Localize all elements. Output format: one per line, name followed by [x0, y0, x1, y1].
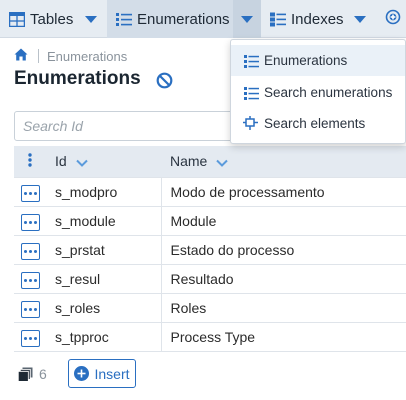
row-name: Roles	[161, 293, 406, 323]
list-icon	[243, 85, 259, 101]
plus-circle-icon	[74, 366, 90, 381]
enumerations-dropdown-toggle[interactable]	[233, 0, 261, 38]
breadcrumb: Enumerations	[14, 46, 127, 66]
top-tab-bar: Tables Enumerations Indexes	[0, 0, 406, 38]
home-icon[interactable]	[14, 48, 28, 64]
row-actions-button[interactable]	[20, 300, 40, 318]
vertical-dots-icon	[28, 153, 32, 167]
row-actions-button[interactable]	[20, 213, 40, 231]
table-row[interactable]: s_resul Resultado	[14, 264, 406, 294]
element-search-icon	[243, 116, 259, 132]
breadcrumb-separator	[38, 49, 39, 63]
record-count-value: 6	[39, 366, 47, 382]
row-name: Module	[161, 206, 406, 236]
caret-down-icon	[85, 15, 97, 23]
insert-button[interactable]: Insert	[68, 359, 136, 388]
menu-item-label: Enumerations	[264, 53, 348, 68]
tab-indexes-label: Indexes	[291, 10, 344, 28]
column-header-name-label: Name	[170, 153, 208, 170]
page-title: Enumerations	[14, 68, 141, 89]
indexes-dropdown-toggle[interactable]	[346, 0, 374, 38]
breadcrumb-current: Enumerations	[47, 48, 128, 64]
ban-icon[interactable]	[156, 72, 173, 89]
column-header-id-label: Id	[55, 153, 67, 170]
menu-item-label: Search elements	[264, 116, 366, 131]
menu-item-search-elements[interactable]: Search elements	[231, 108, 405, 139]
add-circle-icon	[385, 9, 401, 30]
row-actions-cell	[14, 206, 46, 236]
row-actions-button[interactable]	[20, 242, 40, 260]
sort-chevron-icon	[75, 159, 88, 167]
row-actions-cell	[14, 264, 46, 294]
table-row[interactable]: s_modpro Modo de processamento	[14, 177, 406, 207]
table-row[interactable]: s_roles Roles	[14, 293, 406, 323]
table-row[interactable]: s_tpproc Process Type	[14, 322, 406, 352]
insert-button-label: Insert	[94, 365, 130, 382]
row-name: Process Type	[161, 322, 406, 352]
caret-down-icon	[354, 15, 366, 23]
list-icon	[243, 53, 259, 69]
sort-chevron-icon	[216, 159, 228, 167]
row-name: Estado do processo	[161, 235, 406, 265]
record-count: 6	[18, 366, 47, 382]
tab-tables[interactable]: Tables	[8, 0, 73, 38]
row-id: s_module	[46, 206, 162, 236]
copy-stack-icon	[18, 367, 34, 382]
index-list-icon	[269, 10, 287, 28]
add-tab-button[interactable]	[380, 0, 406, 38]
row-actions-button[interactable]	[20, 271, 40, 289]
table-grid-icon	[8, 10, 26, 28]
tables-dropdown-toggle[interactable]	[77, 0, 105, 38]
row-id: s_resul	[46, 264, 162, 294]
row-id: s_modpro	[46, 177, 162, 207]
tab-enumerations-label: Enumerations	[137, 10, 230, 28]
enumerations-dropdown-menu: Enumerations Search enumerations Search …	[230, 39, 406, 144]
table-row[interactable]: s_module Module	[14, 206, 406, 236]
row-actions-button[interactable]	[20, 184, 40, 202]
tab-indexes[interactable]: Indexes	[269, 0, 344, 38]
menu-item-label: Search enumerations	[264, 85, 393, 100]
row-actions-cell	[14, 235, 46, 265]
row-id: s_tpproc	[46, 322, 162, 352]
column-header-name[interactable]: Name	[161, 146, 406, 178]
menu-item-search-enumerations[interactable]: Search enumerations	[231, 77, 405, 108]
list-icon	[115, 10, 133, 28]
row-actions-cell	[14, 322, 46, 352]
row-name: Resultado	[161, 264, 406, 294]
table-header-row: Id Name	[14, 146, 406, 178]
row-actions-button[interactable]	[20, 329, 40, 347]
row-actions-cell	[14, 293, 46, 323]
menu-item-enumerations[interactable]: Enumerations	[231, 45, 405, 76]
row-name: Modo de processamento	[161, 177, 406, 207]
row-actions-cell	[14, 177, 46, 207]
table-row[interactable]: s_prstat Estado do processo	[14, 235, 406, 265]
row-id: s_prstat	[46, 235, 162, 265]
column-header-id[interactable]: Id	[46, 146, 161, 178]
row-id: s_roles	[46, 293, 162, 323]
tab-enumerations[interactable]: Enumerations	[107, 0, 233, 38]
tab-tables-label: Tables	[30, 10, 74, 28]
caret-down-icon	[241, 15, 253, 23]
column-options-cell[interactable]	[14, 146, 46, 178]
enumerations-table: Id Name s_modpro Modo de processamento s…	[14, 146, 406, 352]
